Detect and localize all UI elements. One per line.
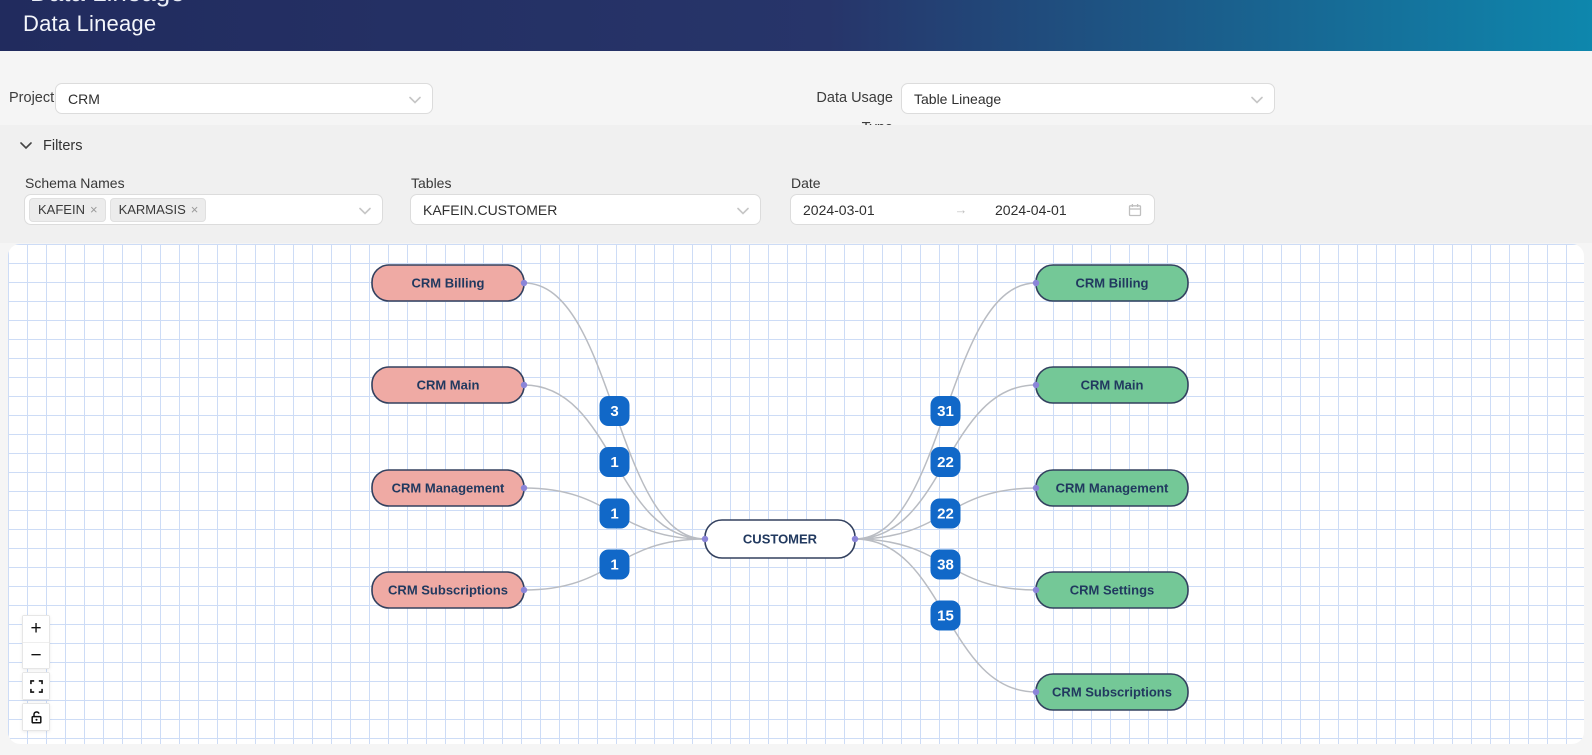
source-node-crm-subscriptions[interactable]: CRM Subscriptions — [372, 572, 524, 608]
target-node-crm-billing-label: CRM Billing — [1076, 276, 1149, 291]
chevron-down-icon — [409, 96, 421, 104]
schema-names-label: Schema Names — [25, 175, 125, 191]
edge-count-value: 1 — [610, 454, 618, 471]
center-node-customer[interactable]: CUSTOMER — [705, 520, 855, 558]
connection-port-dot — [1033, 280, 1039, 286]
source-node-crm-subscriptions-label: CRM Subscriptions — [388, 583, 508, 598]
target-node-crm-main-label: CRM Main — [1081, 378, 1144, 393]
chevron-down-icon — [737, 207, 749, 215]
schema-tag: KAFEIN × — [29, 198, 106, 222]
target-node-crm-subscriptions[interactable]: CRM Subscriptions — [1036, 674, 1188, 710]
edge-count-value: 3 — [610, 403, 618, 420]
connection-port-dot — [521, 280, 527, 286]
connection-port-dot — [1033, 485, 1039, 491]
remove-tag-icon[interactable]: × — [191, 203, 199, 216]
source-node-crm-billing[interactable]: CRM Billing — [372, 265, 524, 301]
connection-port-dot — [1033, 689, 1039, 695]
edge-count-value: 38 — [937, 557, 954, 574]
source-node-crm-management-label: CRM Management — [392, 481, 505, 496]
tables-select[interactable]: KAFEIN.CUSTOMER — [410, 194, 761, 225]
zoom-in-button[interactable]: + — [23, 616, 49, 642]
date-range-arrow-icon: → — [941, 202, 981, 217]
schema-tag-label: KARMASIS — [119, 202, 186, 217]
date-range-picker[interactable]: 2024-03-01 → 2024-04-01 — [790, 194, 1155, 225]
project-select[interactable]: CRM — [55, 83, 433, 114]
edge-count-value: 15 — [937, 608, 954, 625]
connection-port-dot — [852, 536, 858, 542]
edge-count-value: 31 — [937, 403, 954, 420]
target-node-crm-management-label: CRM Management — [1056, 481, 1169, 496]
edge-count-value: 22 — [937, 454, 954, 471]
data-usage-type-value: Table Lineage — [914, 91, 1001, 107]
edge-count-value: 22 — [937, 506, 954, 523]
source-node-crm-main-label: CRM Main — [417, 378, 480, 393]
chevron-down-icon — [20, 142, 32, 150]
fit-view-button[interactable] — [23, 673, 49, 699]
project-label: Project — [9, 83, 54, 113]
clipped-heading-fragment: Data Lineage — [30, 0, 185, 8]
remove-tag-icon[interactable]: × — [90, 203, 98, 216]
center-node-customer-label: CUSTOMER — [743, 532, 818, 547]
lineage-graph: CRM Billing CRM Main CRM Management CRM Sub… — [8, 244, 1584, 744]
zoom-out-button[interactable]: − — [23, 642, 49, 668]
schema-tags-container: KAFEIN × KARMASIS × — [29, 198, 210, 222]
unlock-icon — [29, 710, 43, 724]
graph-zoom-toolbar: + − — [22, 615, 50, 731]
schema-tag: KARMASIS × — [110, 198, 207, 222]
calendar-icon — [1128, 203, 1142, 217]
connection-port-dot — [521, 485, 527, 491]
unlock-button[interactable] — [23, 704, 49, 730]
filters-title: Filters — [43, 138, 82, 154]
target-node-crm-billing[interactable]: CRM Billing — [1036, 265, 1188, 301]
tables-select-value: KAFEIN.CUSTOMER — [423, 202, 557, 218]
target-node-crm-main[interactable]: CRM Main — [1036, 367, 1188, 403]
data-usage-type-select[interactable]: Table Lineage — [901, 83, 1275, 114]
tables-label: Tables — [411, 175, 451, 191]
target-node-crm-settings[interactable]: CRM Settings — [1036, 572, 1188, 608]
page-title: Data Lineage — [23, 11, 156, 37]
date-end-input[interactable]: 2024-04-01 — [981, 202, 1119, 218]
schema-names-multiselect[interactable]: KAFEIN × KARMASIS × — [24, 194, 383, 225]
target-node-crm-management[interactable]: CRM Management — [1036, 470, 1188, 506]
connection-port-dot — [1033, 382, 1039, 388]
connection-port-dot — [521, 587, 527, 593]
app-header: Data Lineage Data Lineage — [0, 0, 1592, 51]
schema-tag-label: KAFEIN — [38, 202, 85, 217]
project-select-value: CRM — [68, 91, 100, 107]
filters-panel: Filters Schema Names KAFEIN × KARMASIS × Ta… — [0, 125, 1592, 243]
source-node-crm-main[interactable]: CRM Main — [372, 367, 524, 403]
connection-port-dot — [1033, 587, 1039, 593]
fit-view-icon — [30, 680, 43, 693]
data-lineage-page: Data Lineage Data Lineage Project CRM Da… — [0, 0, 1592, 755]
connection-port-dot — [521, 382, 527, 388]
target-node-crm-settings-label: CRM Settings — [1070, 583, 1155, 598]
chevron-down-icon — [359, 207, 371, 215]
source-node-crm-management[interactable]: CRM Management — [372, 470, 524, 506]
date-start-input[interactable]: 2024-03-01 — [803, 202, 941, 218]
source-node-crm-billing-label: CRM Billing — [412, 276, 485, 291]
edge-count-value: 1 — [610, 557, 618, 574]
filters-collapse-toggle[interactable]: Filters — [20, 138, 82, 154]
connection-port-dot — [702, 536, 708, 542]
target-node-crm-subscriptions-label: CRM Subscriptions — [1052, 685, 1172, 700]
edge-count-value: 1 — [610, 506, 618, 523]
chevron-down-icon — [1251, 96, 1263, 104]
lineage-graph-canvas[interactable]: CRM Billing CRM Main CRM Management CRM Sub… — [8, 244, 1584, 744]
date-label: Date — [791, 175, 821, 191]
